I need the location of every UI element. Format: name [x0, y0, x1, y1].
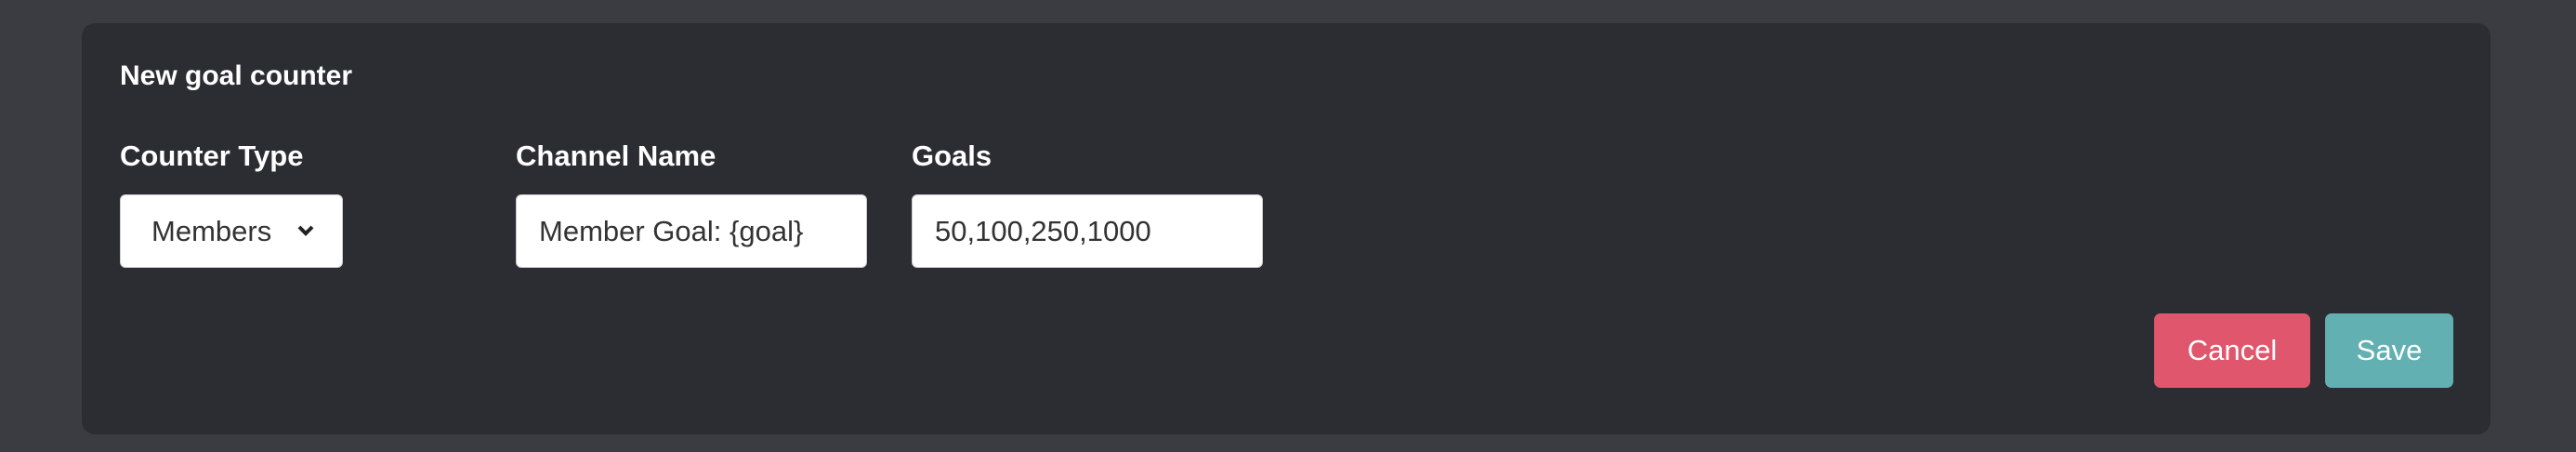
panel-title: New goal counter — [120, 60, 353, 91]
channel-name-input[interactable] — [516, 194, 867, 268]
save-button[interactable]: Save — [2325, 313, 2453, 388]
counter-type-select[interactable]: Members — [120, 194, 343, 268]
chevron-down-icon — [297, 225, 314, 236]
new-goal-counter-panel: New goal counter Counter Type Members Ch… — [82, 23, 2491, 434]
channel-name-label: Channel Name — [516, 140, 716, 172]
cancel-button[interactable]: Cancel — [2154, 313, 2310, 388]
counter-type-value: Members — [151, 214, 272, 247]
goals-input[interactable] — [912, 194, 1263, 268]
goals-label: Goals — [912, 140, 992, 172]
counter-type-label: Counter Type — [120, 140, 304, 172]
